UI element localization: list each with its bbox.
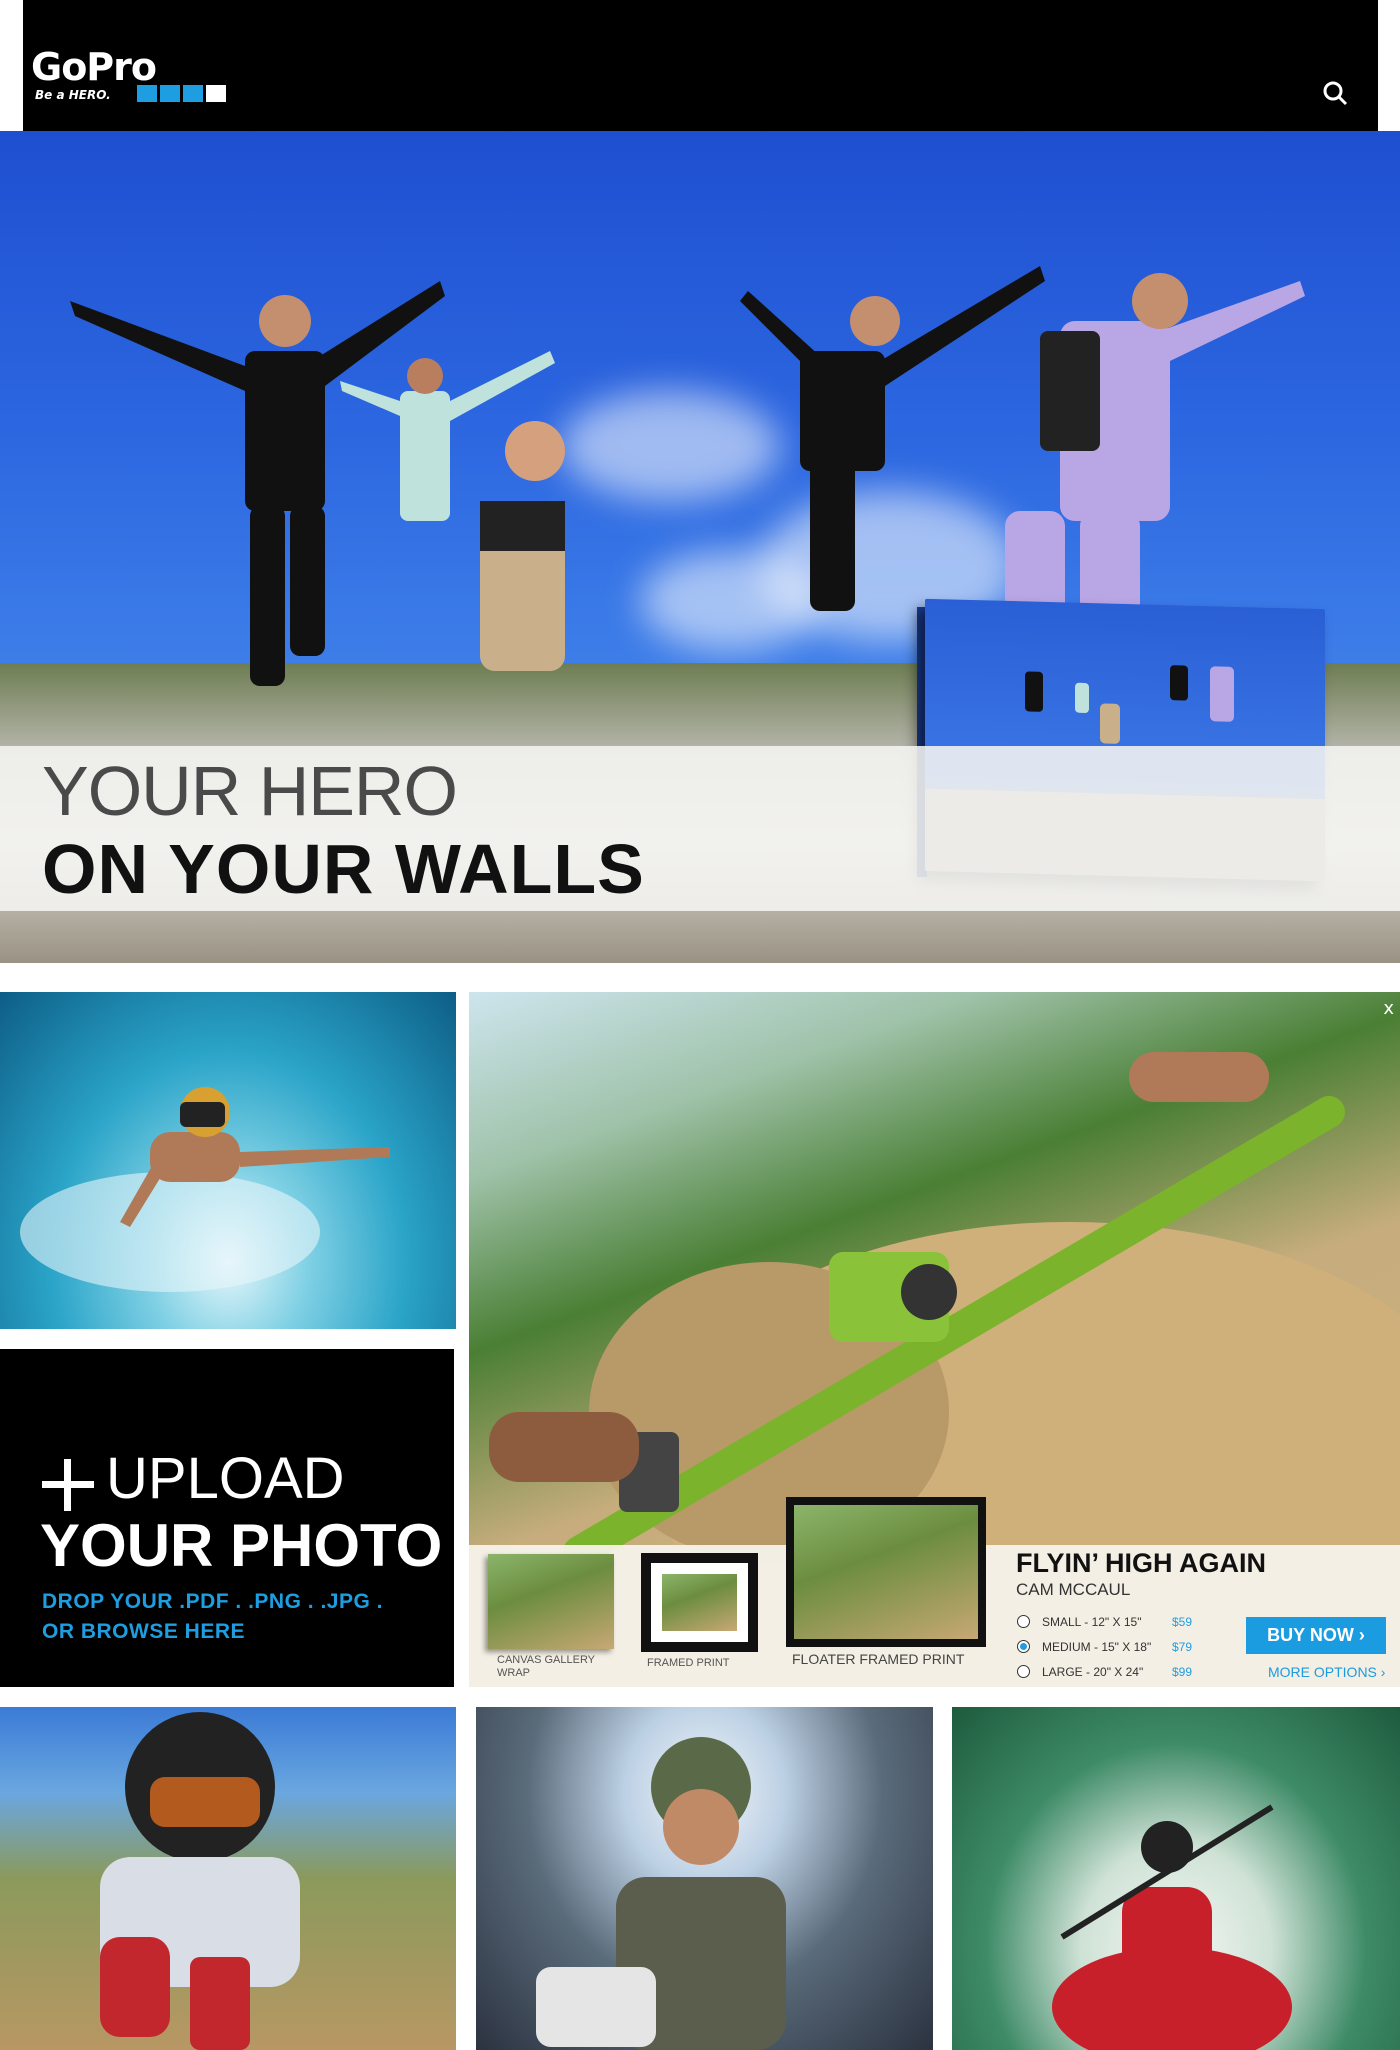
print-option-canvas-gallery-wrap[interactable]: CANVAS GALLERY WRAP	[488, 1554, 614, 1684]
floater-thumbnail	[786, 1497, 986, 1647]
logo-tagline: Be a HERO.	[35, 88, 111, 102]
site-header: GoPro Be a HERO.	[23, 0, 1378, 131]
motocross-photo[interactable]	[0, 1707, 456, 2050]
product-title: FLYIN’ HIGH AGAIN	[1016, 1548, 1267, 1578]
underwater-photo[interactable]	[0, 992, 456, 1329]
size-label: SMALL - 12" X 15"	[1042, 1615, 1142, 1629]
size-option-medium[interactable]: MEDIUM - 15" X 18" $79	[1017, 1637, 1197, 1657]
gopro-logo[interactable]: GoPro Be a HERO.	[31, 48, 241, 108]
size-price: $99	[1172, 1665, 1193, 1679]
radio-button[interactable]	[1017, 1665, 1030, 1678]
canvas-wrap-thumbnail	[488, 1554, 614, 1649]
size-label: LARGE - 20" X 24"	[1042, 1665, 1144, 1679]
radio-button-selected[interactable]	[1017, 1640, 1030, 1653]
upload-title-line2: YOUR PHOTO	[40, 1512, 443, 1579]
more-options-label: MORE OPTIONS	[1268, 1664, 1377, 1680]
product-artist: CAM MCCAUL	[1016, 1580, 1131, 1599]
size-price: $59	[1172, 1615, 1193, 1629]
more-options-link[interactable]: MORE OPTIONS ›	[1268, 1664, 1385, 1680]
upload-file-types: DROP YOUR .PDF . .PNG . .JPG .	[42, 1590, 383, 1613]
logo-wordmark: GoPro	[31, 45, 157, 89]
canvas-wrap-label: CANVAS GALLERY WRAP	[497, 1654, 595, 1679]
logo-squares	[137, 85, 226, 102]
page: YOUR HERO ON YOUR WALLS GoPro Be a HERO.	[0, 0, 1400, 2050]
pilot-photo[interactable]	[476, 1707, 933, 2050]
size-label: MEDIUM - 15" X 18"	[1042, 1640, 1152, 1654]
buy-now-label: BUY NOW	[1267, 1625, 1354, 1645]
size-option-small[interactable]: SMALL - 12" X 15" $59	[1017, 1612, 1197, 1632]
kayak-photo[interactable]	[952, 1707, 1400, 2050]
size-option-large[interactable]: LARGE - 20" X 24" $99	[1017, 1662, 1197, 1682]
print-option-floater-framed[interactable]: FLOATER FRAMED PRINT	[786, 1497, 986, 1677]
framed-label: FRAMED PRINT	[647, 1657, 730, 1669]
upload-instructions[interactable]: DROP YOUR .PDF . .PNG . .JPG . OR BROWSE…	[42, 1587, 383, 1647]
hero-title-line2: ON YOUR WALLS	[42, 830, 645, 908]
hero-image: YOUR HERO ON YOUR WALLS	[0, 131, 1400, 963]
buy-now-button[interactable]: BUY NOW ›	[1246, 1617, 1386, 1654]
size-price: $79	[1172, 1640, 1193, 1654]
print-option-framed[interactable]: FRAMED PRINT	[641, 1553, 758, 1678]
chevron-right-icon: ›	[1358, 1625, 1365, 1645]
radio-button[interactable]	[1017, 1615, 1030, 1628]
hero-title-line1: YOUR HERO	[42, 752, 458, 830]
upload-title-line1: UPLOAD	[106, 1446, 345, 1511]
search-icon[interactable]	[1322, 80, 1348, 106]
chevron-right-icon: ›	[1380, 1664, 1386, 1680]
close-button[interactable]: x	[1383, 998, 1394, 1019]
framed-thumbnail	[641, 1553, 758, 1652]
browse-link[interactable]: OR BROWSE HERE	[42, 1617, 383, 1647]
floater-label: FLOATER FRAMED PRINT	[792, 1651, 965, 1667]
plus-icon	[42, 1459, 94, 1511]
upload-photo-panel[interactable]: UPLOAD YOUR PHOTO DROP YOUR .PDF . .PNG …	[0, 1349, 454, 1687]
